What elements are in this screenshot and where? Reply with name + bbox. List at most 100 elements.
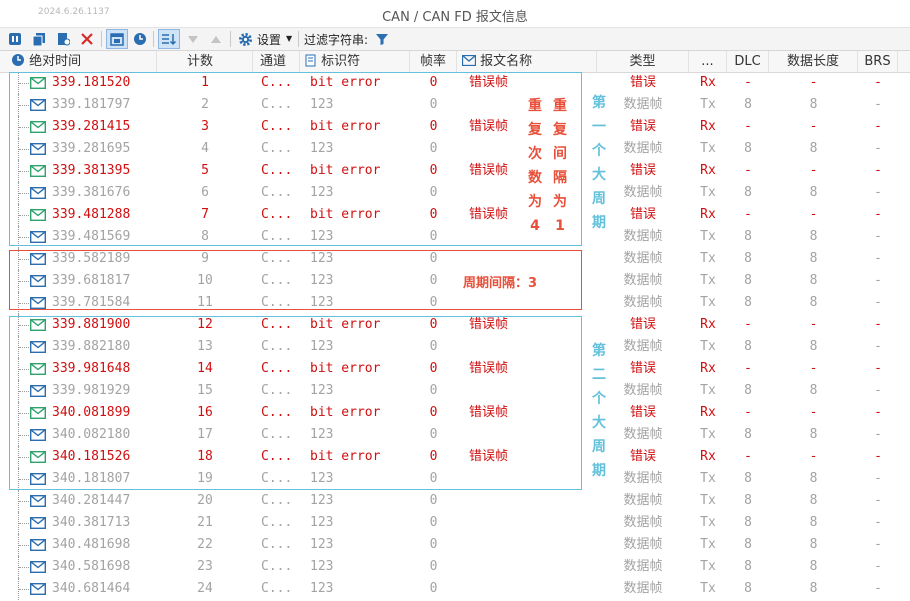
arrow-down-icon[interactable] xyxy=(184,29,202,49)
cell-channel: C... xyxy=(261,163,293,178)
cell-id: 123 xyxy=(310,229,334,244)
col-message-name[interactable]: 报文名称 xyxy=(457,51,597,72)
cell-brs: - xyxy=(874,75,882,90)
table-row[interactable]: 339.381676 6 C... 123 0 数据帧 Tx 8 8 - xyxy=(0,182,910,204)
col-data-length[interactable]: 数据长度 xyxy=(769,51,858,72)
cell-absolute-time: 340.481698 xyxy=(52,537,131,552)
table-row[interactable]: 339.481569 8 C... 123 0 数据帧 Tx 8 8 - xyxy=(0,226,910,248)
col-direction[interactable]: ... xyxy=(689,51,727,72)
col-absolute-time[interactable]: 绝对时间 xyxy=(0,51,157,72)
cell-brs: - xyxy=(874,295,882,310)
table-row[interactable]: 340.381713 21 C... 123 0 数据帧 Tx 8 8 - xyxy=(0,512,910,534)
table-row[interactable]: 339.882180 13 C... 123 0 数据帧 Tx 8 8 - xyxy=(0,336,910,358)
tree-connector xyxy=(18,556,30,578)
table-row[interactable]: 339.881900 12 C... bit error 0 错误帧 错误 Rx - - - xyxy=(0,314,910,336)
cell-id: 123 xyxy=(310,97,334,112)
cell-dlc: - xyxy=(744,207,752,222)
pause-icon[interactable] xyxy=(6,29,24,49)
table-row[interactable]: 339.981648 14 C... bit error 0 错误帧 错误 Rx - - - xyxy=(0,358,910,380)
table-row[interactable]: 340.581698 23 C... 123 0 数据帧 Tx 8 8 - xyxy=(0,556,910,578)
calendar-icon[interactable] xyxy=(106,29,128,49)
cell-id: bit error xyxy=(310,163,381,178)
col-dlc[interactable]: DLC xyxy=(727,51,769,72)
settings-menu-button[interactable]: 设置 xyxy=(257,31,281,48)
cell-brs: - xyxy=(874,97,882,112)
cell-name xyxy=(469,578,527,600)
cell-type: 错误 xyxy=(629,317,656,332)
col-frame-rate[interactable]: 帧率 xyxy=(410,51,457,72)
cell-brs: - xyxy=(874,229,882,244)
cell-dlc: - xyxy=(744,449,752,464)
col-brs[interactable]: BRS xyxy=(858,51,898,72)
cell-absolute-time: 339.981648 xyxy=(52,361,131,376)
table-row[interactable]: 339.481288 7 C... bit error 0 错误帧 错误 Rx - - - xyxy=(0,204,910,226)
cell-rate: 0 xyxy=(429,427,438,442)
filter-label: 过滤字符串: xyxy=(304,33,369,47)
table-row[interactable]: 340.181807 19 C... 123 0 数据帧 Tx 8 8 - xyxy=(0,468,910,490)
cell-name: 错误帧 xyxy=(469,207,509,222)
table-row[interactable]: 339.181520 1 C... bit error 0 错误帧 错误 Rx - - - xyxy=(0,72,910,94)
cell-name xyxy=(469,336,527,358)
table-row[interactable]: 340.181526 18 C... bit error 0 错误帧 错误 Rx - - - xyxy=(0,446,910,468)
gear-icon[interactable] xyxy=(236,29,254,49)
cell-dlc: 8 xyxy=(744,251,752,266)
cell-absolute-time: 339.981929 xyxy=(52,383,131,398)
col-type[interactable]: 类型 xyxy=(597,51,689,72)
chevron-down-icon[interactable]: ▼ xyxy=(286,34,292,43)
table-row[interactable]: 339.381395 5 C... bit error 0 错误帧 错误 Rx - - - xyxy=(0,160,910,182)
table-row[interactable]: 339.681817 10 C... 123 0 数据帧 Tx 8 8 - xyxy=(0,270,910,292)
cell-channel: C... xyxy=(261,295,293,310)
table-row[interactable]: 340.681464 24 C... 123 0 数据帧 Tx 8 8 - xyxy=(0,578,910,600)
envelope-icon xyxy=(30,121,46,133)
cell-type: 数据帧 xyxy=(623,295,663,310)
cell-name xyxy=(469,556,527,578)
cell-id: bit error xyxy=(310,119,381,134)
cell-brs: - xyxy=(874,581,882,596)
delete-icon[interactable] xyxy=(78,29,96,49)
col-count[interactable]: 计数 xyxy=(157,51,253,72)
clock-icon[interactable] xyxy=(131,29,149,49)
table-row[interactable]: 339.281695 4 C... 123 0 数据帧 Tx 8 8 - xyxy=(0,138,910,160)
tree-connector xyxy=(18,534,30,556)
sort-icon[interactable] xyxy=(158,29,180,49)
cell-count: 8 xyxy=(201,229,209,244)
tree-connector xyxy=(18,248,30,270)
filter-icon[interactable] xyxy=(373,29,391,49)
table-row[interactable]: 339.981929 15 C... 123 0 数据帧 Tx 8 8 - xyxy=(0,380,910,402)
cell-absolute-time: 339.882180 xyxy=(52,339,131,354)
cell-rate: 0 xyxy=(429,361,438,376)
table-row[interactable]: 339.281415 3 C... bit error 0 错误帧 错误 Rx - - - xyxy=(0,116,910,138)
cell-type: 数据帧 xyxy=(623,581,663,596)
cell-type: 数据帧 xyxy=(623,471,663,486)
toolbar-divider xyxy=(230,31,231,47)
table-row[interactable]: 339.582189 9 C... 123 0 数据帧 Tx 8 8 - xyxy=(0,248,910,270)
cell-dlc: 8 xyxy=(744,537,752,552)
cell-dlc: 8 xyxy=(744,471,752,486)
envelope-icon xyxy=(30,407,46,419)
cell-dlc: 8 xyxy=(744,559,752,574)
col-channel[interactable]: 通道 xyxy=(253,51,300,72)
cell-dlc: - xyxy=(744,163,752,178)
copy-icon[interactable] xyxy=(30,29,48,49)
tree-connector xyxy=(18,314,30,336)
table-row[interactable]: 339.181797 2 C... 123 0 数据帧 Tx 8 8 - xyxy=(0,94,910,116)
table-row[interactable]: 340.081899 16 C... bit error 0 错误帧 错误 Rx - - - xyxy=(0,402,910,424)
clear-log-icon[interactable] xyxy=(54,29,72,49)
cell-name xyxy=(469,226,527,248)
envelope-icon xyxy=(30,583,46,595)
cell-count: 7 xyxy=(201,207,209,222)
arrow-up-icon[interactable] xyxy=(207,29,225,49)
table-row[interactable]: 340.082180 17 C... 123 0 数据帧 Tx 8 8 - xyxy=(0,424,910,446)
cell-absolute-time: 340.681464 xyxy=(52,581,131,596)
table-row[interactable]: 340.281447 20 C... 123 0 数据帧 Tx 8 8 - xyxy=(0,490,910,512)
table-row[interactable]: 340.481698 22 C... 123 0 数据帧 Tx 8 8 - xyxy=(0,534,910,556)
table-row[interactable]: 339.781584 11 C... 123 0 数据帧 Tx 8 8 - xyxy=(0,292,910,314)
cell-name xyxy=(469,248,527,270)
cell-dir: Tx xyxy=(700,383,716,398)
cell-dir: Tx xyxy=(700,559,716,574)
col-identifier[interactable]: 标识符 xyxy=(300,51,410,72)
cell-len: - xyxy=(809,163,818,178)
cell-dir: Tx xyxy=(700,295,716,310)
cell-channel: C... xyxy=(261,559,293,574)
envelope-icon xyxy=(30,517,46,529)
